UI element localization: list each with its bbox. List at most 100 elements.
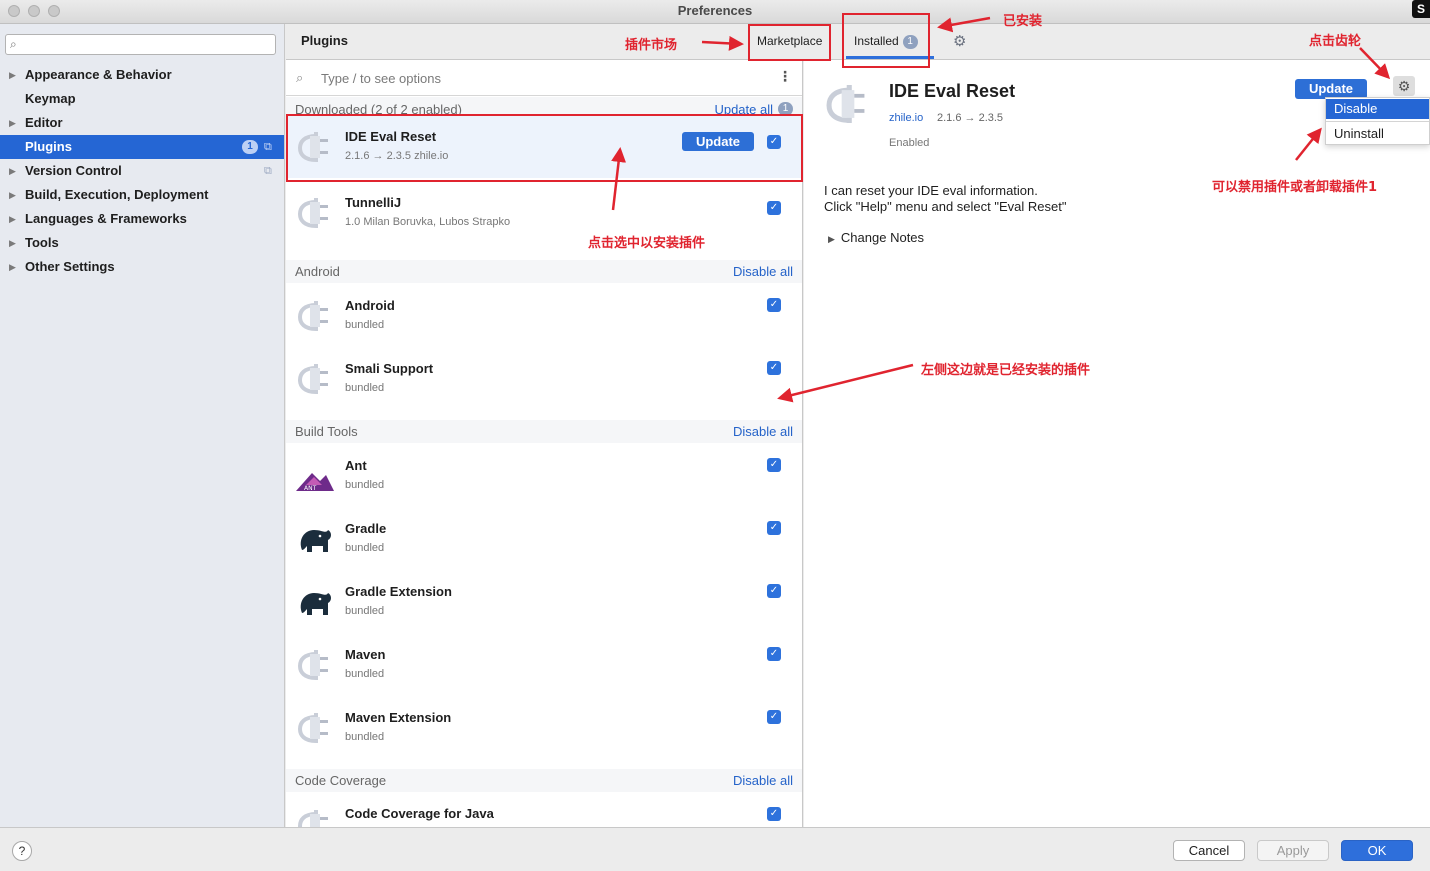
sidebar-item-keymap[interactable]: Keymap bbox=[0, 87, 284, 111]
annotation-gear: 点击齿轮 bbox=[1309, 34, 1362, 49]
plugin-description: I can reset your IDE eval information. C… bbox=[824, 183, 1066, 215]
annotation-installed: 已安装 bbox=[1003, 14, 1043, 29]
plugin-enabled-checkbox[interactable]: ✓ bbox=[767, 584, 781, 598]
sidebar-item-appearance[interactable]: ▶ Appearance & Behavior bbox=[0, 63, 284, 87]
plug-icon bbox=[297, 650, 328, 680]
group-name: Code Coverage bbox=[295, 773, 387, 788]
sidebar-item-build[interactable]: ▶ Build, Execution, Deployment bbox=[0, 183, 284, 207]
plug-icon bbox=[826, 85, 865, 123]
plugin-vendor-link[interactable]: zhile.io bbox=[889, 112, 923, 124]
plugin-search-input[interactable]: ⌕ Type / to see options ⋮ bbox=[286, 60, 802, 96]
sidebar-item-version-control[interactable]: ▶ Version Control ⧉ bbox=[0, 159, 284, 183]
description-line: I can reset your IDE eval information. bbox=[824, 183, 1038, 198]
sidebar-item-label: Tools bbox=[25, 235, 59, 250]
plugin-enabled-checkbox[interactable]: ✓ bbox=[767, 298, 781, 312]
app-logo-icon: S bbox=[1412, 0, 1430, 18]
menu-item-disable[interactable]: Disable bbox=[1326, 99, 1429, 119]
plugin-enabled-checkbox[interactable]: ✓ bbox=[767, 361, 781, 375]
plugin-row-gradle[interactable]: Gradle bundled ✓ bbox=[286, 507, 802, 570]
annotation-box-installed bbox=[842, 13, 930, 68]
plugin-enabled-checkbox[interactable]: ✓ bbox=[767, 458, 781, 472]
plugin-name: Android bbox=[345, 298, 395, 313]
plugin-row-gradle-extension[interactable]: Gradle Extension bundled ✓ bbox=[286, 570, 802, 633]
plugin-actions-menu: Disable Uninstall bbox=[1325, 97, 1430, 145]
annotation-installed-list: 左侧这边就是已经安装的插件 bbox=[921, 363, 1091, 378]
plug-icon bbox=[297, 198, 328, 228]
plugin-name: Maven bbox=[345, 647, 386, 662]
expand-arrow-icon[interactable]: ▶ bbox=[9, 207, 16, 231]
plugin-row-tunnellij[interactable]: TunnelliJ 1.0 Milan Boruvka, Lubos Strap… bbox=[286, 181, 802, 244]
search-placeholder: Type / to see options bbox=[321, 71, 441, 86]
plugin-enabled-checkbox[interactable]: ✓ bbox=[767, 647, 781, 661]
expand-arrow-icon[interactable]: ▶ bbox=[9, 159, 16, 183]
plugin-meta: bundled bbox=[345, 605, 385, 617]
plugin-row-ant[interactable]: ANT Ant bundled ✓ bbox=[286, 444, 802, 507]
expand-arrow-icon[interactable]: ▶ bbox=[9, 183, 16, 207]
plugin-name: TunnelliJ bbox=[345, 195, 402, 210]
plugin-enabled-checkbox[interactable]: ✓ bbox=[767, 807, 781, 821]
plugins-update-badge: 1 bbox=[242, 140, 258, 154]
sidebar-item-editor[interactable]: ▶ Editor bbox=[0, 111, 284, 135]
plugin-row-smali-support[interactable]: Smali Support bundled ✓ bbox=[286, 347, 802, 410]
menu-separator bbox=[1326, 121, 1429, 122]
sidebar-item-label: Other Settings bbox=[25, 259, 115, 274]
group-header-code-coverage: Code Coverage Disable all bbox=[286, 769, 802, 792]
disable-all-link[interactable]: Disable all bbox=[733, 264, 793, 279]
elephant-icon bbox=[300, 593, 331, 615]
expand-arrow-icon[interactable]: ▶ bbox=[9, 231, 16, 255]
sidebar-item-languages[interactable]: ▶ Languages & Frameworks bbox=[0, 207, 284, 231]
page-title: Plugins bbox=[301, 33, 348, 48]
plugin-name: Ant bbox=[345, 458, 367, 473]
sidebar-item-other-settings[interactable]: ▶ Other Settings bbox=[0, 255, 284, 279]
search-icon: ⌕ bbox=[10, 37, 17, 51]
sidebar-item-label: Editor bbox=[25, 115, 63, 130]
menu-item-uninstall[interactable]: Uninstall bbox=[1326, 124, 1429, 144]
plugin-name: Gradle bbox=[345, 521, 387, 536]
svg-text:ANT: ANT bbox=[304, 485, 317, 492]
plugin-name: Code Coverage for Java bbox=[345, 806, 494, 821]
settings-search-input[interactable]: ⌕ bbox=[5, 34, 276, 55]
apply-button[interactable]: Apply bbox=[1257, 840, 1329, 861]
help-button[interactable]: ? bbox=[12, 841, 32, 861]
plugin-enabled-checkbox[interactable]: ✓ bbox=[767, 710, 781, 724]
change-notes-toggle[interactable]: ▶ Change Notes bbox=[828, 230, 924, 245]
plugin-meta: bundled bbox=[345, 479, 385, 491]
expand-arrow-icon[interactable]: ▶ bbox=[9, 255, 16, 279]
disable-all-link[interactable]: Disable all bbox=[733, 773, 793, 788]
plugin-row-android[interactable]: Android bundled ✓ bbox=[286, 284, 802, 347]
expand-arrow-icon[interactable]: ▶ bbox=[9, 111, 16, 135]
plugin-name: Gradle Extension bbox=[345, 584, 452, 599]
cancel-button[interactable]: Cancel bbox=[1173, 840, 1245, 861]
plugin-row-code-coverage-java[interactable]: Code Coverage for Java ✓ bbox=[286, 793, 802, 827]
plugin-version: 2.1.6 → 2.3.5 bbox=[937, 112, 1004, 124]
plugin-settings-gear-icon[interactable]: ⚙ bbox=[1393, 76, 1415, 96]
plugin-row-maven[interactable]: Maven bundled ✓ bbox=[286, 633, 802, 696]
group-header-android: Android Disable all bbox=[286, 260, 802, 283]
plug-icon bbox=[297, 364, 328, 394]
more-options-icon[interactable]: ⋮ bbox=[778, 68, 792, 85]
sidebar-item-plugins[interactable]: Plugins 1 ⧉ bbox=[0, 135, 284, 159]
gear-icon[interactable]: ⚙ bbox=[953, 32, 966, 50]
settings-sidebar: ⌕ ▶ Appearance & Behavior Keymap ▶ Edito… bbox=[0, 24, 285, 827]
description-line: Click "Help" menu and select "Eval Reset… bbox=[824, 199, 1067, 214]
plugin-enabled-checkbox[interactable]: ✓ bbox=[767, 201, 781, 215]
plugin-name: Maven Extension bbox=[345, 710, 452, 725]
expand-arrow-icon[interactable]: ▶ bbox=[9, 63, 16, 87]
sidebar-item-tools[interactable]: ▶ Tools bbox=[0, 231, 284, 255]
ant-icon: ANT bbox=[296, 473, 334, 492]
ok-button[interactable]: OK bbox=[1341, 840, 1413, 861]
update-button[interactable]: Update bbox=[1295, 79, 1367, 99]
plugin-row-maven-extension[interactable]: Maven Extension bundled ✓ bbox=[286, 696, 802, 759]
sidebar-item-label: Appearance & Behavior bbox=[25, 67, 172, 82]
group-name: Android bbox=[295, 264, 340, 279]
plugin-meta: bundled bbox=[345, 382, 385, 394]
plugin-meta: bundled bbox=[345, 668, 385, 680]
plugin-enabled-checkbox[interactable]: ✓ bbox=[767, 521, 781, 535]
annotation-select: 点击选中以安装插件 bbox=[588, 236, 706, 251]
plugin-meta: bundled bbox=[345, 319, 385, 331]
plugin-meta: bundled bbox=[345, 542, 385, 554]
elephant-icon bbox=[300, 530, 331, 552]
disable-all-link[interactable]: Disable all bbox=[733, 424, 793, 439]
project-scope-icon: ⧉ bbox=[264, 165, 272, 177]
project-scope-icon: ⧉ bbox=[264, 141, 272, 153]
